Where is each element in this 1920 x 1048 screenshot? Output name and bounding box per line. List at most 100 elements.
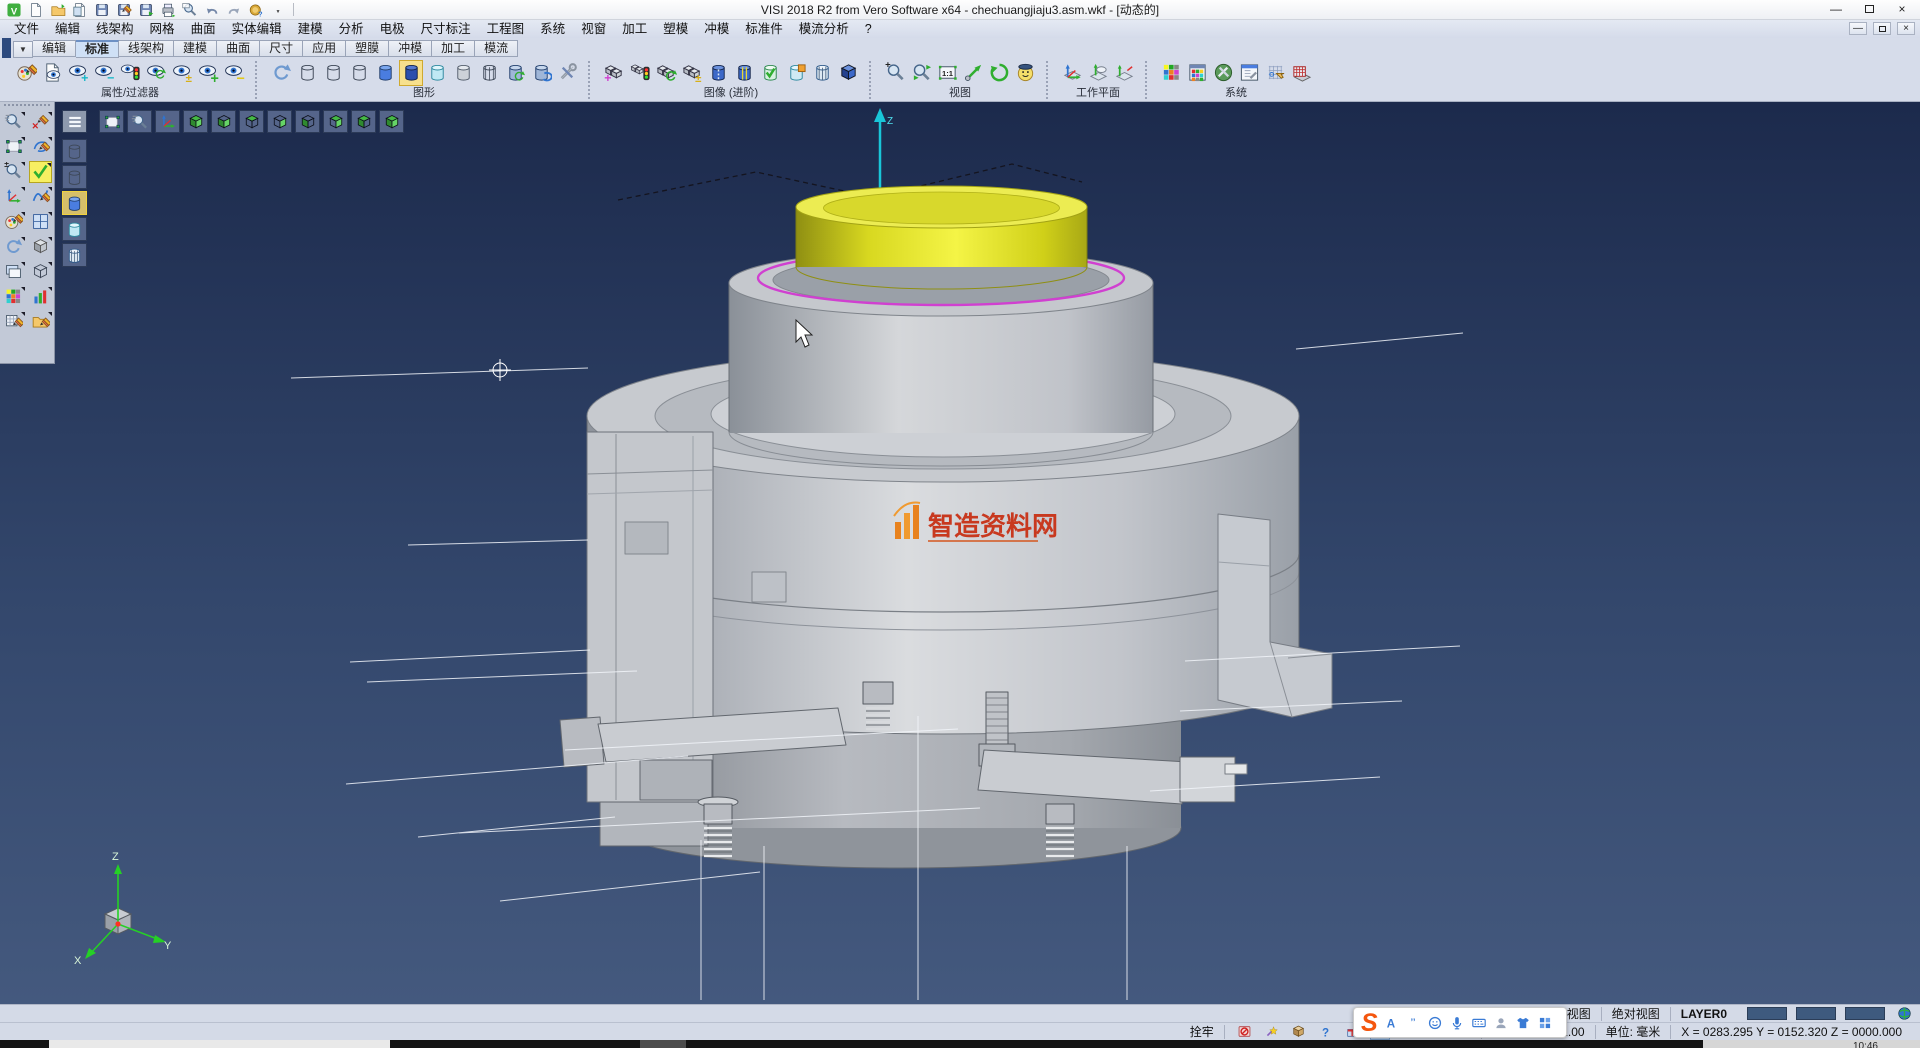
tab-尺寸[interactable]: 尺寸 bbox=[260, 40, 303, 57]
hatched-cyl-button[interactable] bbox=[810, 60, 834, 86]
zoom-point-button[interactable] bbox=[961, 60, 985, 86]
save-all-button[interactable] bbox=[136, 1, 155, 18]
confirm-button[interactable] bbox=[29, 161, 52, 183]
ime-voice-button[interactable] bbox=[1449, 1014, 1466, 1031]
tab-曲面[interactable]: 曲面 bbox=[217, 40, 260, 57]
zoom-fly-button[interactable] bbox=[127, 110, 152, 133]
solid-cube-button[interactable] bbox=[836, 60, 860, 86]
zoom-one-to-one-button[interactable]: 1:1 bbox=[935, 60, 959, 86]
menu-item-标准件[interactable]: 标准件 bbox=[737, 20, 791, 38]
ime-skin-button[interactable] bbox=[1515, 1014, 1532, 1031]
full-view-button[interactable] bbox=[379, 110, 404, 133]
viewport-menu-button[interactable] bbox=[62, 110, 87, 133]
system-colors-button[interactable] bbox=[1159, 60, 1183, 86]
history-button[interactable] bbox=[1235, 1024, 1255, 1040]
view-face-button[interactable] bbox=[1013, 60, 1037, 86]
rotate-view-button[interactable] bbox=[987, 60, 1011, 86]
graphics-settings-button[interactable] bbox=[555, 60, 579, 86]
help-button[interactable]: ? bbox=[1316, 1024, 1336, 1040]
ime-font-button[interactable]: A bbox=[1383, 1014, 1400, 1031]
taskbar-segment[interactable] bbox=[640, 1040, 686, 1048]
show-entities-button[interactable]: + bbox=[66, 60, 90, 86]
regenerate-button[interactable] bbox=[269, 60, 293, 86]
tab-应用[interactable]: 应用 bbox=[303, 40, 346, 57]
back-iso-view-button[interactable] bbox=[351, 110, 376, 133]
save-button[interactable] bbox=[92, 1, 111, 18]
adv-add-button[interactable]: + bbox=[602, 60, 626, 86]
transparent-shaded-button[interactable] bbox=[425, 60, 449, 86]
workplane-edit-button[interactable] bbox=[1086, 60, 1110, 86]
tab-模流[interactable]: 模流 bbox=[475, 40, 518, 57]
menu-item-分析[interactable]: 分析 bbox=[331, 20, 372, 38]
tab-加工[interactable]: 加工 bbox=[432, 40, 475, 57]
show-all-button[interactable]: + bbox=[196, 60, 220, 86]
hidden-dashed-button[interactable] bbox=[347, 60, 371, 86]
adv-refresh-button[interactable] bbox=[654, 60, 678, 86]
ime-toolbox-button[interactable] bbox=[1537, 1014, 1554, 1031]
stats-button[interactable] bbox=[29, 286, 52, 308]
menu-item-线架构[interactable]: 线架构 bbox=[88, 20, 142, 38]
refresh-visibility-button[interactable] bbox=[144, 60, 168, 86]
system-window-button[interactable] bbox=[1237, 60, 1261, 86]
ime-emoji-button[interactable] bbox=[1427, 1014, 1444, 1031]
menu-item-电极[interactable]: 电极 bbox=[372, 20, 413, 38]
mdi-minimize-button[interactable]: — bbox=[1849, 22, 1867, 35]
workplane-create-button[interactable] bbox=[1060, 60, 1084, 86]
attributes-button[interactable] bbox=[2, 211, 25, 233]
preview-button[interactable] bbox=[180, 1, 199, 18]
tab-塑膜[interactable]: 塑膜 bbox=[346, 40, 389, 57]
shaded-edges-button[interactable] bbox=[399, 60, 423, 86]
print-button[interactable] bbox=[158, 1, 177, 18]
strip-hidden-button[interactable] bbox=[62, 165, 87, 189]
shaded-button[interactable] bbox=[373, 60, 397, 86]
right-view-button[interactable] bbox=[267, 110, 292, 133]
validate-cyl-button[interactable] bbox=[758, 60, 782, 86]
regen-view-button[interactable] bbox=[2, 236, 25, 258]
menu-item-工程图[interactable]: 工程图 bbox=[479, 20, 533, 38]
layer-color-swatch[interactable] bbox=[1845, 1007, 1885, 1020]
menu-item-视窗[interactable]: 视窗 bbox=[573, 20, 614, 38]
shade-cube-button[interactable] bbox=[29, 236, 52, 258]
menu-item-?[interactable]: ? bbox=[857, 20, 880, 38]
insert-file-button[interactable] bbox=[70, 1, 89, 18]
lock-toggle[interactable]: 拴牢 bbox=[1180, 1025, 1224, 1039]
strip-transparent-button[interactable] bbox=[62, 217, 87, 241]
menu-item-实体编辑[interactable]: 实体编辑 bbox=[224, 20, 290, 38]
layer-color-swatch[interactable] bbox=[1796, 1007, 1836, 1020]
zoom-in-button[interactable]: + bbox=[883, 60, 907, 86]
edit-curve-button[interactable] bbox=[29, 186, 52, 208]
layers-button[interactable] bbox=[2, 261, 25, 283]
grid-edit-button[interactable] bbox=[2, 311, 25, 333]
section-cyl-button[interactable] bbox=[706, 60, 730, 86]
tab-冲模[interactable]: 冲模 bbox=[389, 40, 432, 57]
tab-建模[interactable]: 建模 bbox=[174, 40, 217, 57]
minimize-button[interactable]: — bbox=[1824, 1, 1848, 17]
visi-logo[interactable]: V bbox=[4, 1, 23, 18]
striped-cyl-button[interactable] bbox=[732, 60, 756, 86]
menu-item-塑模[interactable]: 塑模 bbox=[655, 20, 696, 38]
mdi-restore-button[interactable] bbox=[1873, 22, 1891, 35]
left-view-button[interactable] bbox=[295, 110, 320, 133]
layer-color-swatch[interactable] bbox=[1747, 1007, 1787, 1020]
palette-button[interactable] bbox=[2, 286, 25, 308]
iso-view-button[interactable] bbox=[183, 110, 208, 133]
maximize-button[interactable] bbox=[1857, 1, 1881, 17]
filter-page-button[interactable] bbox=[40, 60, 64, 86]
strip-wireframe-button[interactable] bbox=[62, 139, 87, 163]
viewport[interactable]: X Y Z bbox=[0, 102, 1920, 1004]
viewport-3d-scene[interactable]: X Y Z bbox=[0, 102, 1920, 1004]
flat-shaded-button[interactable] bbox=[451, 60, 475, 86]
system-image-button[interactable] bbox=[1185, 60, 1209, 86]
zoom-dynamic-button[interactable] bbox=[2, 111, 25, 133]
menu-item-文件[interactable]: 文件 bbox=[6, 20, 47, 38]
pick-wand-button[interactable] bbox=[1262, 1024, 1282, 1040]
package-button[interactable] bbox=[1289, 1024, 1309, 1040]
menu-item-网格[interactable]: 网格 bbox=[142, 20, 183, 38]
wireframe-button[interactable] bbox=[295, 60, 319, 86]
tab-线架构[interactable]: 线架构 bbox=[119, 40, 174, 57]
delete-sketch-button[interactable]: × bbox=[29, 111, 52, 133]
menu-item-尺寸标注[interactable]: 尺寸标注 bbox=[413, 20, 479, 38]
strip-shaded-button[interactable] bbox=[62, 191, 87, 215]
visibility-filter-button[interactable] bbox=[118, 60, 142, 86]
folder-edit-button[interactable] bbox=[29, 311, 52, 333]
